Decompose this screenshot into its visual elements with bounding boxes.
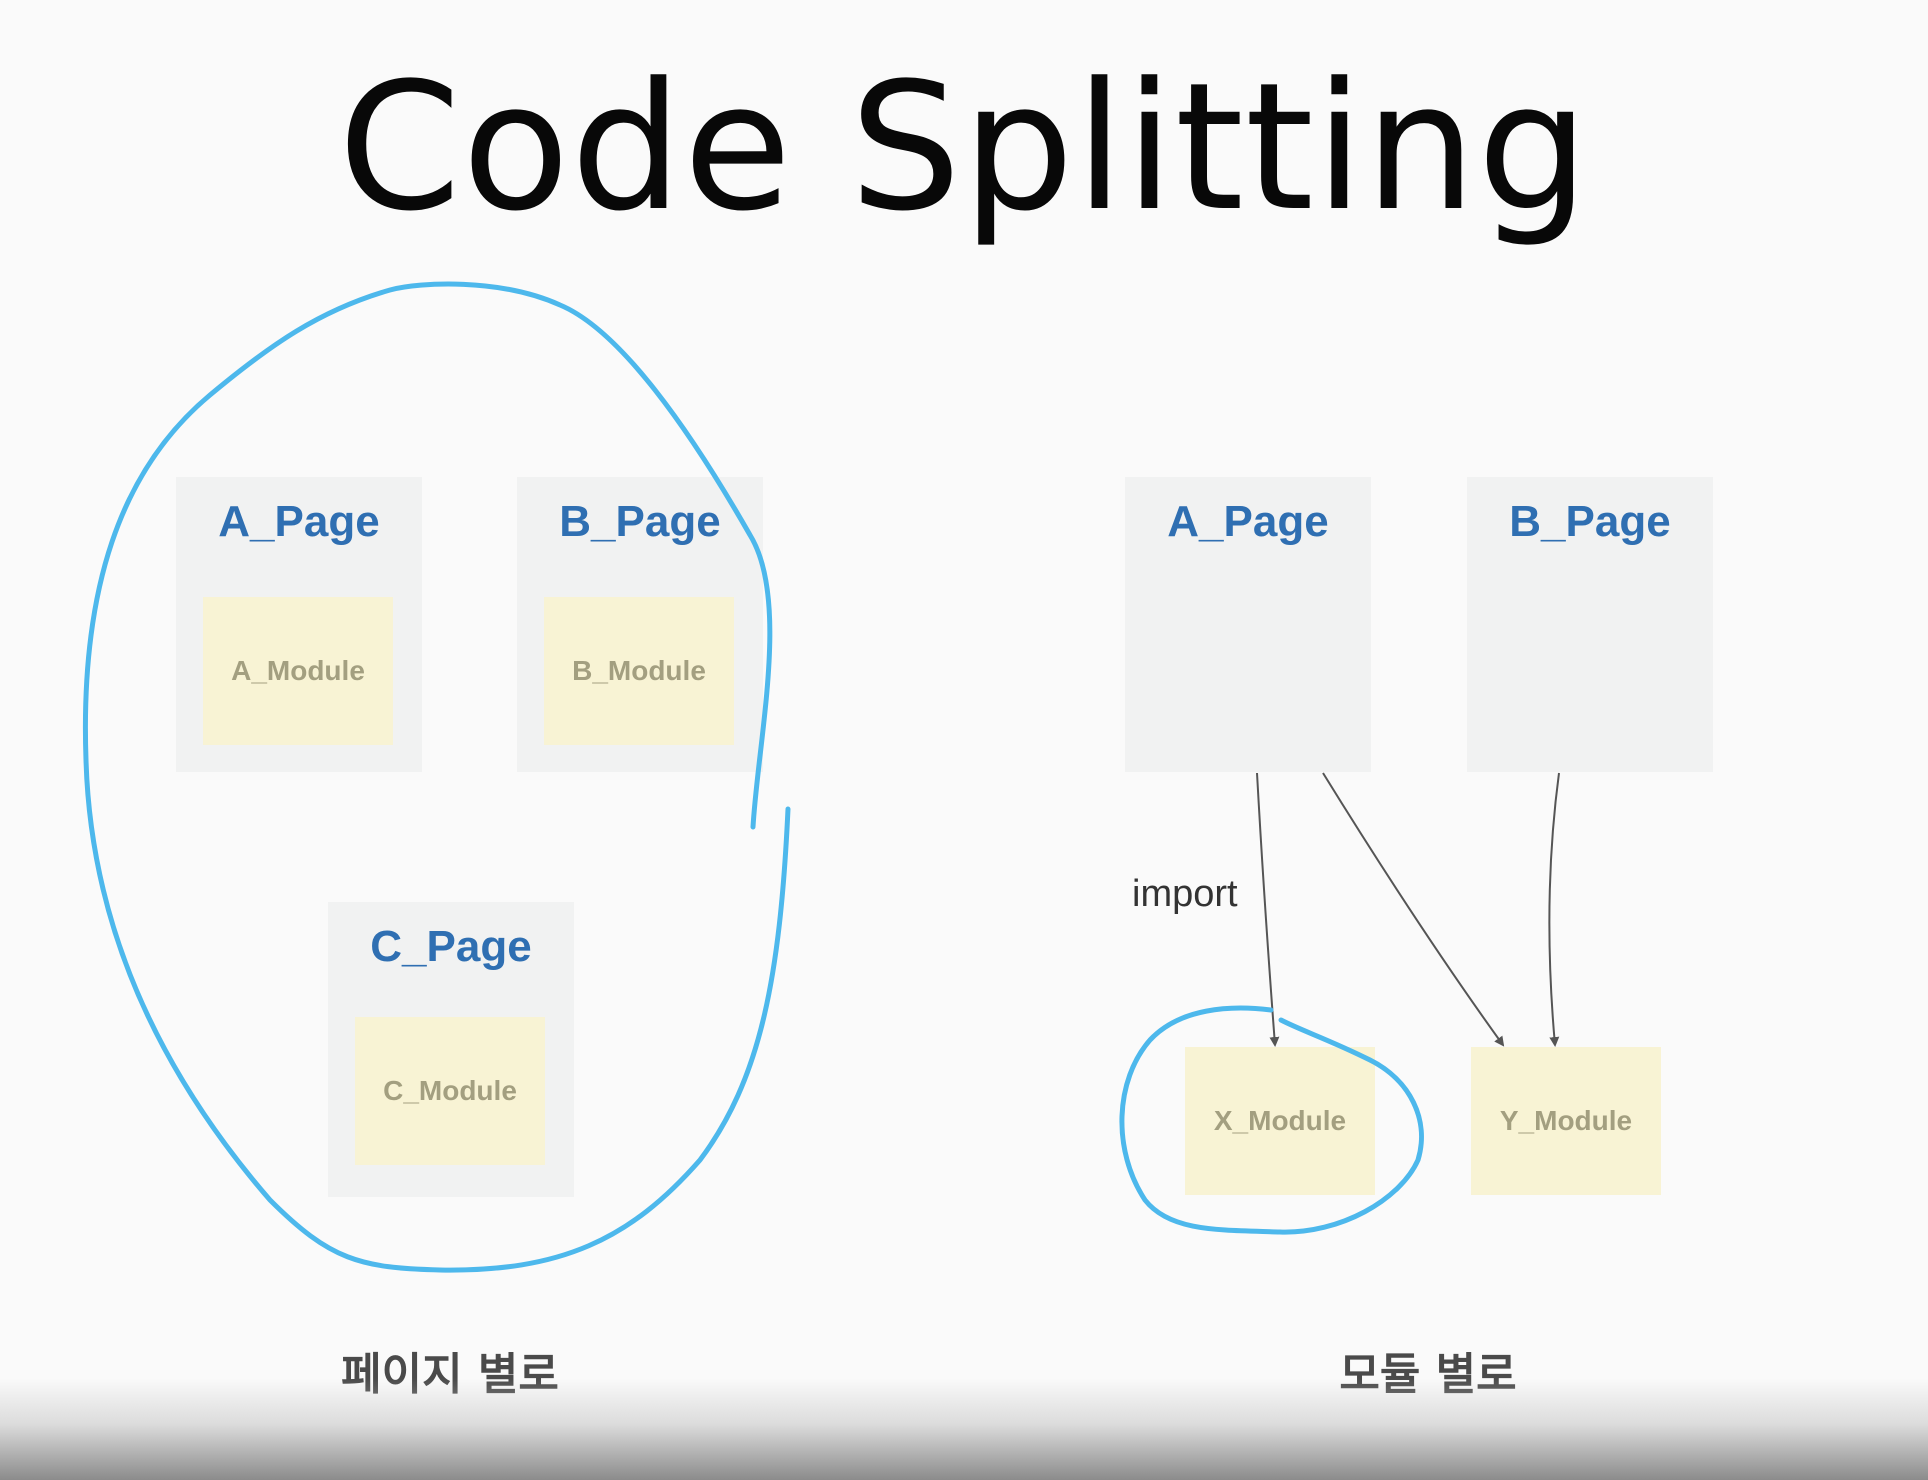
y-module-label: Y_Module (1499, 1105, 1633, 1136)
left-c-page-box: C_Page C_Module (328, 902, 574, 1197)
left-c-page-label: C_Page (370, 922, 532, 971)
right-b-page-box: B_Page (1467, 477, 1713, 772)
left-a-page-box: A_Page A_Module (176, 477, 422, 772)
left-b-page-label: B_Page (559, 497, 721, 546)
left-a-module-label: A_Module (231, 655, 365, 686)
right-a-page-box: A_Page (1125, 477, 1371, 772)
arrow-b-page-to-y-module (1548, 772, 1560, 1047)
x-module-box: X_Module (1185, 1047, 1375, 1195)
bottom-video-shade (0, 1378, 1928, 1480)
import-edge-label: import (1132, 873, 1238, 915)
left-c-module-label: C_Module (383, 1075, 517, 1106)
slide-title: Code Splitting (338, 45, 1590, 250)
slide: Code Splitting A_Page A_Module B_Page B_… (0, 0, 1928, 1480)
left-c-module-box: C_Module (355, 1017, 545, 1165)
left-a-page-label: A_Page (218, 497, 380, 546)
left-b-module-label: B_Module (572, 655, 706, 686)
right-a-page-label: A_Page (1167, 497, 1329, 546)
y-module-box: Y_Module (1471, 1047, 1661, 1195)
arrow-a-page-to-y-module (1322, 772, 1505, 1047)
arrow-a-page-to-x-module (1256, 772, 1280, 1047)
left-a-module-box: A_Module (203, 597, 393, 745)
left-b-page-box: B_Page B_Module (517, 477, 763, 772)
left-b-module-box: B_Module (544, 597, 734, 745)
right-b-page-label: B_Page (1509, 497, 1671, 546)
x-module-label: X_Module (1213, 1105, 1347, 1136)
